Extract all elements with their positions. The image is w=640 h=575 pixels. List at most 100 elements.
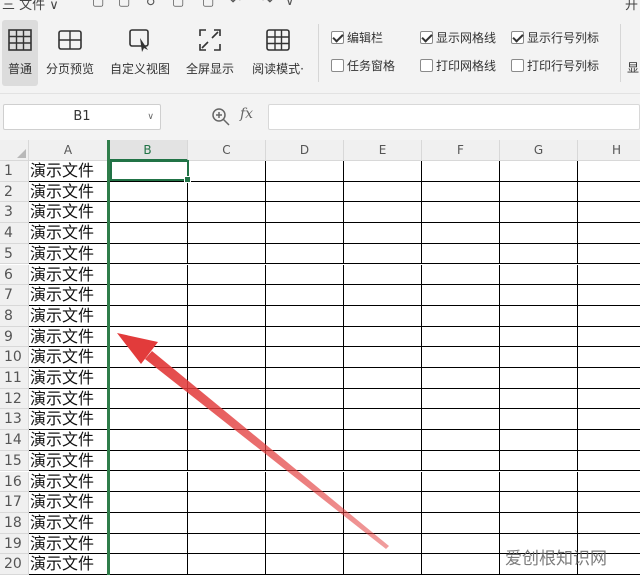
row-header[interactable]: 11 xyxy=(0,368,29,389)
cell[interactable] xyxy=(422,430,500,451)
cell[interactable] xyxy=(266,492,344,513)
cell[interactable] xyxy=(578,327,640,348)
cell[interactable] xyxy=(108,492,188,513)
cell[interactable] xyxy=(266,409,344,431)
cell[interactable] xyxy=(266,264,344,286)
save-icon[interactable]: ▢ xyxy=(118,0,130,9)
cell[interactable] xyxy=(188,243,266,265)
cell[interactable] xyxy=(344,161,422,182)
formula-bar-checkbox[interactable]: 编辑栏 xyxy=(331,30,383,46)
column-header-f[interactable]: F xyxy=(422,140,500,161)
cell[interactable] xyxy=(578,202,640,224)
normal-view-button[interactable]: 普通 xyxy=(2,20,38,86)
cell[interactable] xyxy=(500,450,578,472)
cell[interactable] xyxy=(188,450,266,472)
cell[interactable] xyxy=(578,389,640,410)
cell[interactable] xyxy=(108,512,188,534)
cell[interactable] xyxy=(266,347,344,368)
cell[interactable] xyxy=(108,223,188,244)
cell[interactable] xyxy=(188,181,266,203)
cell[interactable] xyxy=(500,409,578,431)
cell[interactable] xyxy=(500,305,578,327)
cell[interactable] xyxy=(578,492,640,513)
row-header[interactable]: 8 xyxy=(0,305,29,327)
file-menu[interactable]: 三 文件 ∨ xyxy=(2,0,59,12)
cell[interactable] xyxy=(266,512,344,534)
cell[interactable] xyxy=(188,202,266,224)
cell[interactable] xyxy=(188,533,266,555)
page-break-preview-button[interactable]: 分页预览 xyxy=(42,20,98,86)
cell[interactable] xyxy=(422,243,500,265)
row-header[interactable]: 5 xyxy=(0,243,29,265)
cell[interactable] xyxy=(422,368,500,389)
row-header[interactable]: 15 xyxy=(0,450,29,472)
formula-input[interactable] xyxy=(268,104,640,130)
cell[interactable] xyxy=(422,492,500,513)
cell[interactable] xyxy=(108,326,188,348)
cell[interactable] xyxy=(422,285,500,306)
row-header[interactable]: 12 xyxy=(0,388,29,410)
name-box[interactable]: B1 ∨ xyxy=(3,104,161,130)
insert-function-icon[interactable]: fx xyxy=(240,106,253,122)
column-header-b[interactable]: B xyxy=(108,140,188,161)
cell[interactable] xyxy=(578,430,640,451)
cell[interactable] xyxy=(422,202,500,224)
column-header-h[interactable]: H xyxy=(578,140,640,161)
row-header[interactable]: 20 xyxy=(0,554,29,575)
cell[interactable] xyxy=(500,285,578,306)
cell[interactable] xyxy=(344,450,422,472)
cell[interactable] xyxy=(578,244,640,265)
cell[interactable] xyxy=(422,409,500,431)
cell[interactable] xyxy=(188,471,266,493)
cell[interactable] xyxy=(578,306,640,327)
cell[interactable] xyxy=(344,264,422,286)
cell[interactable] xyxy=(578,182,640,203)
cell[interactable] xyxy=(108,554,188,575)
cell-a[interactable]: 演示文件 xyxy=(29,554,108,575)
row-header[interactable]: 2 xyxy=(0,181,29,203)
cell[interactable] xyxy=(266,554,344,575)
cell[interactable] xyxy=(578,223,640,244)
cell[interactable] xyxy=(500,223,578,244)
select-all-corner[interactable] xyxy=(0,140,29,161)
cell[interactable] xyxy=(422,533,500,555)
cell[interactable] xyxy=(578,451,640,472)
cell[interactable] xyxy=(422,471,500,493)
cell-a[interactable]: 演示文件 xyxy=(29,450,108,472)
task-pane-checkbox[interactable]: 任务窗格 xyxy=(331,58,395,74)
cell[interactable] xyxy=(266,161,344,182)
cell[interactable] xyxy=(108,409,188,431)
cell-a[interactable]: 演示文件 xyxy=(29,471,108,493)
row-header[interactable]: 14 xyxy=(0,430,29,451)
cell[interactable] xyxy=(578,265,640,286)
cell[interactable] xyxy=(578,347,640,368)
cell-a[interactable]: 演示文件 xyxy=(29,243,108,265)
print-headings-checkbox[interactable]: 打印行号列标 xyxy=(511,58,599,74)
cell[interactable] xyxy=(266,223,344,244)
row-header[interactable]: 19 xyxy=(0,533,29,555)
row-header[interactable]: 16 xyxy=(0,471,29,493)
chevron-down-icon[interactable]: ∨ xyxy=(147,105,154,129)
cell[interactable] xyxy=(188,492,266,513)
cut-off-ribbon-label[interactable]: 显 xyxy=(627,60,639,76)
cell[interactable] xyxy=(344,430,422,451)
cell[interactable] xyxy=(500,326,578,348)
cell[interactable] xyxy=(422,181,500,203)
chevron-down-icon[interactable]: ∨ xyxy=(285,0,295,9)
cell[interactable] xyxy=(188,388,266,410)
column-header-d[interactable]: D xyxy=(266,140,344,161)
cell[interactable] xyxy=(500,202,578,224)
cell[interactable] xyxy=(266,533,344,555)
cell[interactable] xyxy=(500,512,578,534)
fullscreen-button[interactable]: 全屏显示 xyxy=(182,20,238,86)
cell-a[interactable]: 演示文件 xyxy=(29,347,108,368)
zoom-search-icon[interactable] xyxy=(210,106,232,128)
cell[interactable] xyxy=(578,368,640,389)
cell[interactable] xyxy=(266,430,344,451)
row-header[interactable]: 4 xyxy=(0,223,29,244)
cell[interactable] xyxy=(188,409,266,431)
print-gridlines-checkbox[interactable]: 打印网格线 xyxy=(420,58,496,74)
cell-a[interactable]: 演示文件 xyxy=(29,264,108,286)
cell[interactable] xyxy=(266,243,344,265)
cell[interactable] xyxy=(266,471,344,493)
